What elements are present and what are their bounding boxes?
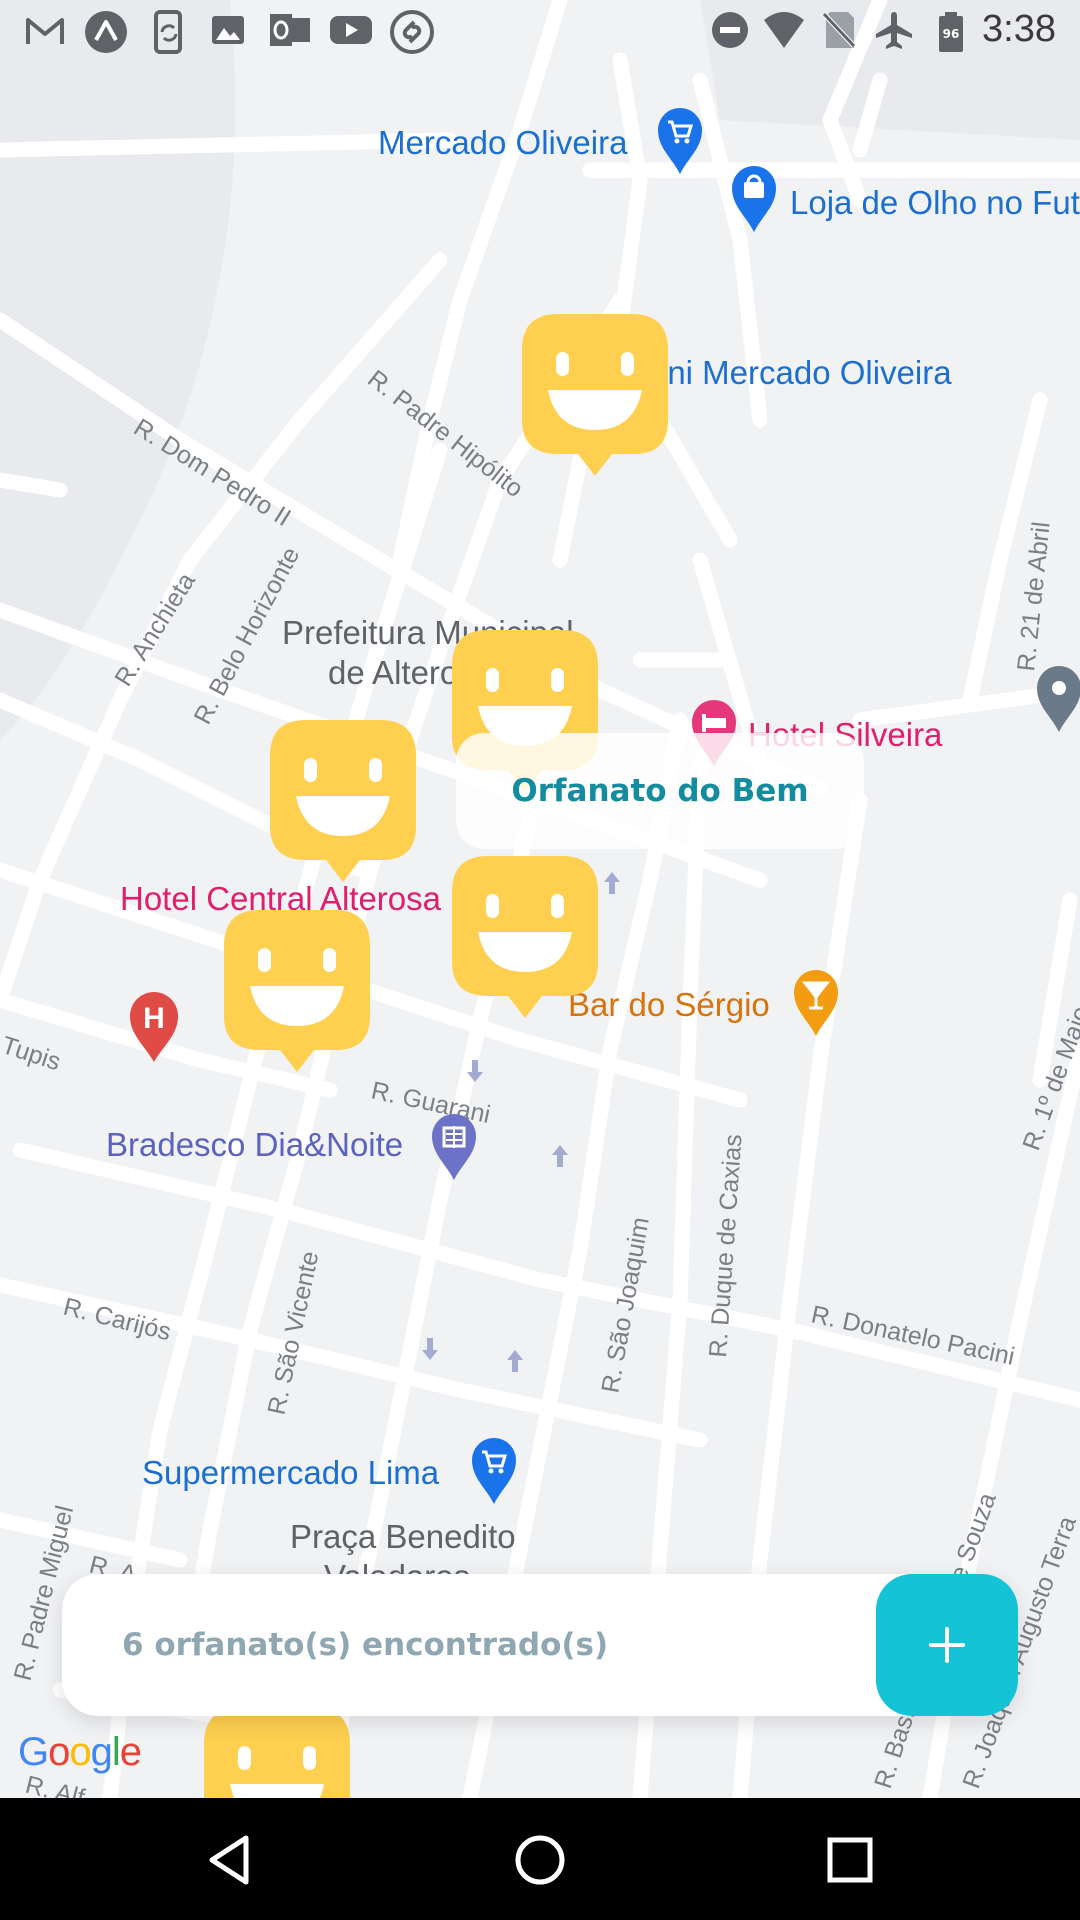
orphanage-marker[interactable] [270, 720, 416, 886]
airplane-icon [876, 12, 912, 49]
orphanage-marker[interactable] [522, 314, 668, 480]
svg-text:H: H [143, 1002, 165, 1035]
dnd-icon [712, 12, 748, 48]
map-view[interactable]: R. Dom Pedro II R. Padre Hipólito R. Anc… [0, 0, 1080, 1798]
poi-label[interactable]: Loja de Olho no Fut [790, 184, 1080, 222]
battery-icon: 96 [939, 12, 963, 52]
plus-icon [929, 1627, 965, 1663]
gallery-icon [212, 16, 244, 44]
results-card: 6 orfanato(s) encontrado(s) [62, 1574, 1017, 1716]
outlook-icon [270, 14, 310, 46]
poi-label[interactable]: ini Mercado Oliveira [660, 354, 952, 392]
google-logo-letter: G [18, 1730, 49, 1774]
battery-level: 96 [943, 27, 960, 41]
orphanage-callout[interactable]: Orfanato do Bem [456, 733, 864, 849]
wifi-icon [764, 12, 804, 48]
orphanage-marker[interactable] [204, 1708, 350, 1798]
google-logo-letter: o [48, 1730, 70, 1774]
navigation-bar [0, 1798, 1080, 1920]
orphanage-marker[interactable] [224, 910, 370, 1076]
location-pin-icon[interactable] [1035, 664, 1080, 734]
hospital-pin-icon[interactable]: H [128, 990, 180, 1064]
bar-pin-icon[interactable] [792, 968, 840, 1038]
poi-label[interactable]: Bar do Sérgio [568, 986, 770, 1024]
shazam-icon [390, 10, 434, 54]
shopping-bag-pin-icon[interactable] [730, 164, 778, 234]
google-logo-letter: o [69, 1730, 91, 1774]
results-count: 6 orfanato(s) encontrado(s) [122, 1627, 609, 1663]
orphanage-marker[interactable] [452, 856, 598, 1022]
poi-label[interactable]: Mercado Oliveira [378, 124, 627, 162]
google-logo: Google [18, 1730, 142, 1775]
google-logo-letter: l [111, 1730, 121, 1774]
gmail-icon [26, 18, 64, 44]
google-logo-letter: g [90, 1730, 113, 1774]
poi-label[interactable]: Praça Benedito [290, 1518, 516, 1556]
add-orphanage-button[interactable] [876, 1574, 1018, 1716]
recents-icon [827, 1837, 873, 1883]
phone-sync-icon [154, 10, 182, 54]
home-icon [515, 1835, 565, 1885]
poi-label[interactable]: Bradesco Dia&Noite [106, 1126, 403, 1164]
shopping-cart-pin-icon[interactable] [656, 106, 704, 176]
no-sim-icon [822, 12, 856, 48]
poi-label[interactable]: Supermercado Lima [142, 1454, 439, 1492]
home-button[interactable] [498, 1818, 582, 1902]
shopping-cart-pin-icon[interactable] [470, 1436, 518, 1506]
recents-button[interactable] [808, 1818, 892, 1902]
status-clock: 3:38 [982, 8, 1056, 50]
status-bar: 96 3:38 [0, 0, 1080, 62]
callout-title[interactable]: Orfanato do Bem [511, 773, 808, 809]
back-icon [209, 1835, 249, 1885]
google-logo-letter: e [119, 1730, 142, 1774]
expo-icon [85, 11, 127, 53]
bank-pin-icon[interactable] [430, 1112, 478, 1182]
youtube-icon [330, 16, 372, 44]
back-button[interactable] [188, 1818, 272, 1902]
